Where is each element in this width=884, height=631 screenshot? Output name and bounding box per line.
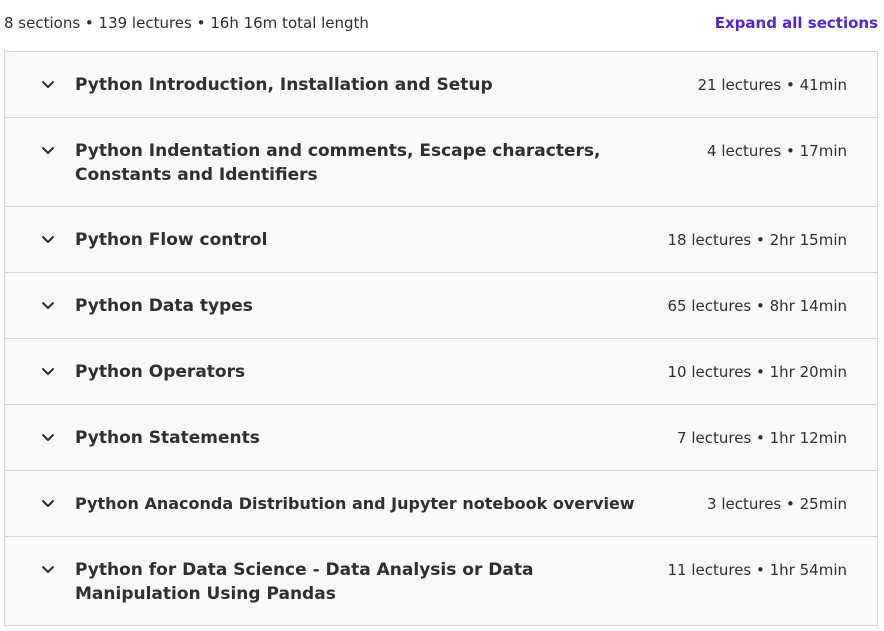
section-meta: 18 lectures • 2hr 15min: [667, 231, 847, 249]
section-row[interactable]: Python Introduction, Installation and Se…: [5, 52, 877, 118]
section-title: Python Flow control: [75, 230, 268, 250]
section-title: Python Operators: [75, 362, 246, 382]
expand-all-sections-button[interactable]: Expand all sections: [715, 14, 878, 32]
section-title: Python Anaconda Distribution and Jupyter…: [75, 494, 635, 513]
section-meta: 21 lectures • 41min: [697, 76, 847, 94]
section-row[interactable]: Python Statements 7 lectures • 1hr 12min: [5, 405, 877, 471]
chevron-down-icon: [39, 230, 57, 248]
section-meta: 4 lectures • 17min: [707, 142, 847, 160]
section-title: Python Introduction, Installation and Se…: [75, 75, 493, 95]
course-summary: 8 sections • 139 lectures • 16h 16m tota…: [4, 14, 369, 32]
section-title: Python for Data Science - Data Analysis …: [75, 560, 534, 604]
section-row[interactable]: Python Operators 10 lectures • 1hr 20min: [5, 339, 877, 405]
section-title: Python Data types: [75, 296, 253, 316]
chevron-down-icon: [39, 75, 57, 93]
section-row[interactable]: Python for Data Science - Data Analysis …: [5, 537, 877, 626]
section-title: Python Statements: [75, 428, 260, 448]
section-row[interactable]: Python Indentation and comments, Escape …: [5, 118, 877, 207]
chevron-down-icon: [39, 362, 57, 380]
section-row[interactable]: Python Flow control 18 lectures • 2hr 15…: [5, 207, 877, 273]
chevron-down-icon: [39, 494, 57, 512]
chevron-down-icon: [39, 141, 57, 159]
section-row[interactable]: Python Data types 65 lectures • 8hr 14mi…: [5, 273, 877, 339]
section-row[interactable]: Python Anaconda Distribution and Jupyter…: [5, 471, 877, 537]
chevron-down-icon: [39, 296, 57, 314]
chevron-down-icon: [39, 428, 57, 446]
section-meta: 65 lectures • 8hr 14min: [667, 297, 847, 315]
section-list: Python Introduction, Installation and Se…: [4, 51, 878, 626]
chevron-down-icon: [39, 560, 57, 578]
section-title: Python Indentation and comments, Escape …: [75, 141, 601, 185]
section-meta: 7 lectures • 1hr 12min: [677, 429, 847, 447]
curriculum-header: 8 sections • 139 lectures • 16h 16m tota…: [0, 0, 884, 50]
section-meta: 3 lectures • 25min: [707, 495, 847, 513]
section-meta: 11 lectures • 1hr 54min: [667, 561, 847, 579]
section-meta: 10 lectures • 1hr 20min: [667, 363, 847, 381]
